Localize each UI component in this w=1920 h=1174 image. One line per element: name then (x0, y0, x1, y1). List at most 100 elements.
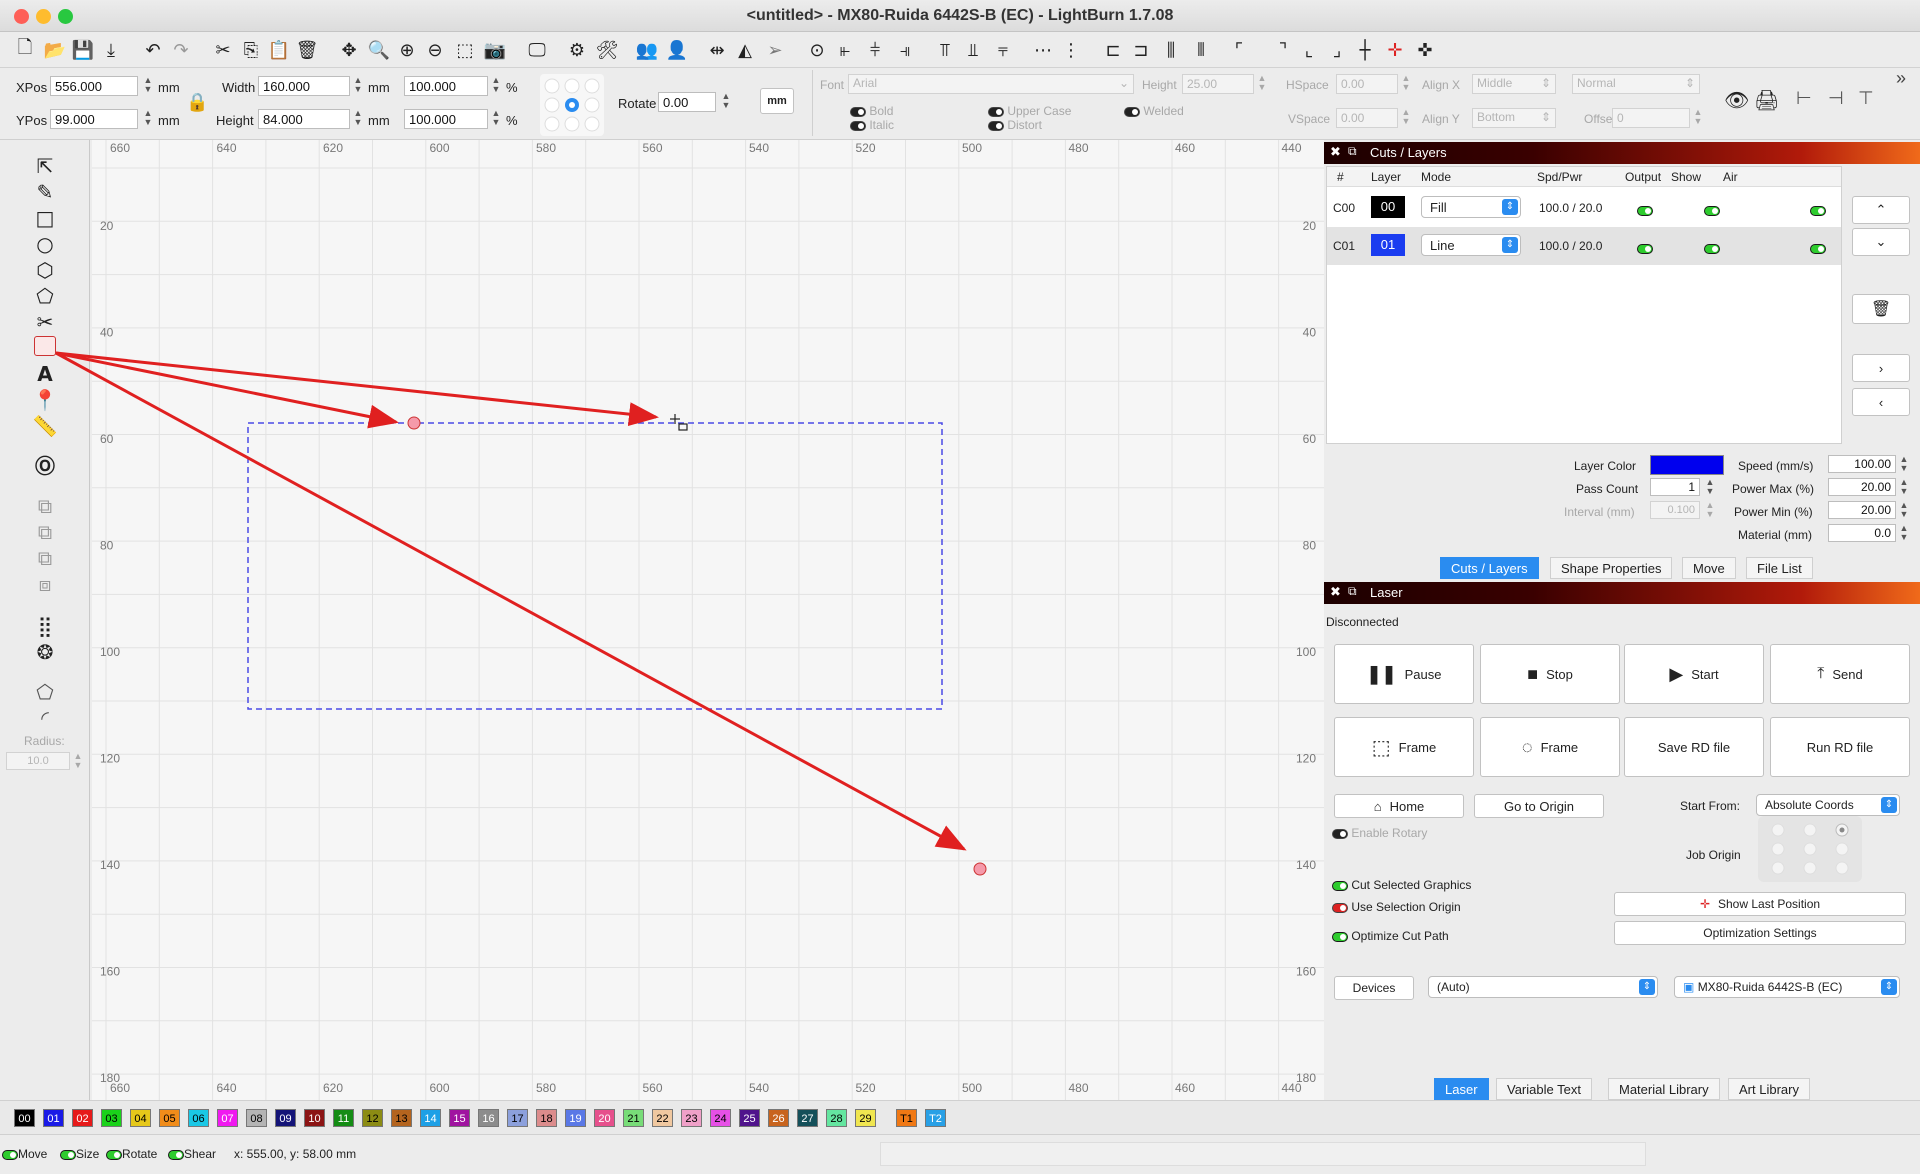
bold-switch[interactable] (850, 106, 866, 117)
offset-tool-icon[interactable]: Ⓞ (28, 452, 62, 478)
target-icon[interactable]: ⊙ (804, 37, 830, 63)
optimize-cut-path-toggle[interactable]: Optimize Cut Path (1332, 929, 1449, 943)
move-icon[interactable]: ✥ (336, 37, 362, 63)
palette-swatch-08[interactable]: 08 (246, 1109, 267, 1127)
align-middle-icon[interactable]: ⫫ (960, 37, 986, 63)
canvas-drawing[interactable]: 6606606406406206206006005805805605605405… (92, 140, 1324, 1100)
rotate-lock-toggle[interactable]: Rotate (106, 1147, 157, 1161)
corner-bl-icon[interactable]: ⌞ (1296, 37, 1322, 63)
material-stepper[interactable]: ▲ ▼ (1898, 524, 1910, 544)
hspace-stepper[interactable]: ▲ ▼ (1400, 74, 1412, 94)
palette-swatch-16[interactable]: 16 (478, 1109, 499, 1127)
height-input[interactable] (258, 109, 350, 129)
palette-swatch-06[interactable]: 06 (188, 1109, 209, 1127)
tabs-tool-icon[interactable] (34, 336, 56, 356)
zoom-out-icon[interactable]: ⊖ (422, 37, 448, 63)
scale-width-stepper[interactable]: ▲ ▼ (490, 76, 502, 96)
power-max-stepper[interactable]: ▲ ▼ (1898, 478, 1910, 498)
move-layer-up-button[interactable]: ⌃ (1852, 196, 1910, 224)
welded-toggle[interactable]: Welded (1124, 104, 1184, 118)
palette-swatch-18[interactable]: 18 (536, 1109, 557, 1127)
start-from-select[interactable]: Absolute Coords ⇕ (1756, 794, 1900, 816)
dock-v-icon[interactable]: ⫴ (1188, 37, 1214, 63)
rotate-stepper[interactable]: ▲ ▼ (720, 92, 732, 112)
palette-swatch-23[interactable]: 23 (681, 1109, 702, 1127)
speed-stepper[interactable]: ▲ ▼ (1898, 455, 1910, 475)
send-icon[interactable]: ➢ (762, 37, 788, 63)
position-laser-icon[interactable]: 📍 (28, 388, 62, 412)
run-rd-button[interactable]: Run RD file (1770, 717, 1910, 777)
lock-aspect-icon[interactable]: 🔒 (186, 92, 208, 113)
power-max-input[interactable] (1828, 478, 1896, 496)
palette-swatch-00[interactable]: 00 (14, 1109, 35, 1127)
distort-toggle[interactable]: Distort (988, 118, 1042, 132)
panel-close-icon[interactable]: ✖ (1330, 144, 1341, 160)
palette-swatch-20[interactable]: 20 (594, 1109, 615, 1127)
cut-selected-toggle[interactable]: Cut Selected Graphics (1332, 878, 1471, 892)
xpos-stepper[interactable]: ▲ ▼ (142, 76, 154, 96)
camera-icon[interactable]: 📷 (482, 37, 508, 63)
use-selection-origin-switch[interactable] (1332, 902, 1348, 913)
upper-case-toggle[interactable]: Upper Case (988, 104, 1071, 118)
group-icon[interactable]: 👥 (634, 37, 660, 63)
move-center-icon[interactable]: ┼ (1352, 37, 1378, 63)
dock-center-icon[interactable]: ⊐ (1128, 37, 1154, 63)
shear-switch[interactable] (168, 1149, 184, 1160)
scale-width-input[interactable] (404, 76, 488, 96)
trim-tool-icon[interactable]: ✂ (28, 310, 62, 334)
boolean-union-icon[interactable]: ⧉ (28, 494, 62, 518)
offset-input[interactable] (1612, 108, 1690, 128)
palette-swatch-02[interactable]: 02 (72, 1109, 93, 1127)
interval-stepper[interactable]: ▲ ▼ (1704, 501, 1716, 521)
palette-swatch-10[interactable]: 10 (304, 1109, 325, 1127)
print-icon[interactable]: 🖨 (1754, 88, 1779, 113)
laser-position-icon[interactable]: ✛ (1382, 37, 1408, 63)
send-button[interactable]: ⤒ Send (1770, 644, 1910, 704)
new-file-icon[interactable]: 🗋 (12, 37, 38, 63)
undo-icon[interactable]: ↶ (140, 37, 166, 63)
palette-swatch-24[interactable]: 24 (710, 1109, 731, 1127)
width-input[interactable] (258, 76, 350, 96)
device-select[interactable]: ▣ MX80-Ruida 6442S-B (EC) ⇕ (1674, 976, 1900, 998)
boolean-intersect-icon[interactable]: ⧉ (28, 546, 62, 570)
palette-swatch-19[interactable]: 19 (565, 1109, 586, 1127)
layer-swatch[interactable]: 00 (1371, 196, 1405, 218)
tab-laser[interactable]: Laser (1434, 1078, 1489, 1100)
expand-right-button[interactable]: › (1852, 354, 1910, 382)
collapse-left-button[interactable]: ‹ (1852, 388, 1910, 416)
palette-swatch-22[interactable]: 22 (652, 1109, 673, 1127)
air-toggle[interactable] (1809, 205, 1826, 216)
align-bottom-icon[interactable]: ⫧ (990, 37, 1016, 63)
italic-switch[interactable] (850, 120, 866, 131)
home-button[interactable]: ⌂ Home (1334, 794, 1464, 818)
ypos-stepper[interactable]: ▲ ▼ (142, 109, 154, 129)
distribute-v-icon[interactable]: ⋮ (1058, 37, 1084, 63)
palette-swatch-07[interactable]: 07 (217, 1109, 238, 1127)
align-center-icon[interactable]: ⫩ (862, 37, 888, 63)
italic-toggle[interactable]: Italic (850, 118, 894, 132)
text-mode-select[interactable]: Normal ⇕ (1572, 74, 1700, 94)
delete-icon[interactable]: 🗑 (294, 37, 320, 63)
tab-variable-text[interactable]: Variable Text (1496, 1078, 1592, 1100)
vspace-input[interactable] (1336, 108, 1398, 128)
weld-icon[interactable]: ⧈ (28, 572, 62, 596)
save-rd-button[interactable]: Save RD file (1624, 717, 1764, 777)
ellipse-tool-icon[interactable]: ○ (28, 232, 62, 256)
text-tool-icon[interactable]: A (28, 362, 62, 386)
palette-swatch-T1[interactable]: T1 (896, 1109, 917, 1127)
frame-button[interactable]: ⬚ Frame (1334, 717, 1474, 777)
pass-count-input[interactable] (1650, 478, 1700, 496)
mode-select[interactable]: Fill ⇕ (1421, 196, 1521, 218)
paste-icon[interactable]: 📋 (266, 37, 292, 63)
move-layer-down-button[interactable]: ⌄ (1852, 228, 1910, 256)
zoom-selection-icon[interactable]: ⬚ (452, 37, 478, 63)
settings-icon[interactable]: ⚙ (564, 37, 590, 63)
show-toggle[interactable] (1704, 243, 1721, 254)
align-top-icon[interactable]: ⫪ (932, 37, 958, 63)
zoom-fit-icon[interactable]: 🔍 (366, 37, 392, 63)
power-min-input[interactable] (1828, 501, 1896, 519)
select-tool-icon[interactable]: ⇱ (28, 154, 62, 178)
rotary-switch[interactable] (1332, 828, 1348, 839)
palette-swatch-21[interactable]: 21 (623, 1109, 644, 1127)
tab-shape-properties[interactable]: Shape Properties (1550, 557, 1673, 579)
